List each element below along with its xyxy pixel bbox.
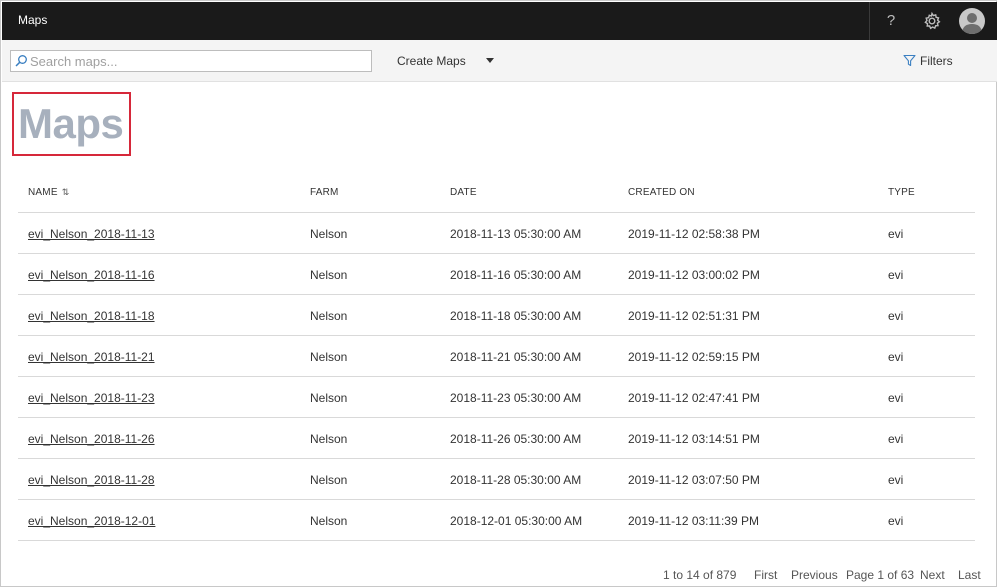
pagination-previous-link[interactable]: Previous — [791, 568, 838, 582]
farm-cell: Nelson — [310, 227, 348, 241]
date-cell: 2018-11-13 05:30:00 AM — [450, 227, 582, 241]
type-cell: evi — [888, 227, 904, 241]
farm-cell: Nelson — [310, 473, 348, 487]
app-title: Maps — [18, 13, 48, 27]
column-header-created-on: CREATED ON — [628, 187, 695, 198]
map-name-link[interactable]: evi_Nelson_2018-11-18 — [28, 309, 155, 323]
search-icon — [14, 54, 28, 68]
farm-cell: Nelson — [310, 432, 348, 446]
map-name-link[interactable]: evi_Nelson_2018-11-16 — [28, 268, 155, 282]
column-header-date: DATE — [450, 187, 477, 198]
created-on-cell: 2019-11-12 02:59:15 PM — [628, 350, 760, 364]
table-row: evi_Nelson_2018-12-01 Nelson 2018-12-01 … — [18, 500, 975, 541]
date-cell: 2018-11-16 05:30:00 AM — [450, 268, 582, 282]
pagination-first-link[interactable]: First — [754, 568, 777, 582]
created-on-cell: 2019-11-12 03:00:02 PM — [628, 268, 760, 282]
sort-icon[interactable]: ⇅ — [62, 187, 70, 198]
pagination-last-link[interactable]: Last — [958, 568, 981, 582]
maps-table: NAME ⇅ FARM DATE CREATED ON TYPE evi_Nels… — [18, 173, 975, 541]
chevron-down-icon[interactable] — [486, 58, 494, 63]
created-on-cell: 2019-11-12 02:51:31 PM — [628, 309, 760, 323]
table-row: evi_Nelson_2018-11-28 Nelson 2018-11-28 … — [18, 459, 975, 500]
type-cell: evi — [888, 309, 904, 323]
map-name-link[interactable]: evi_Nelson_2018-11-13 — [28, 227, 155, 241]
map-name-link[interactable]: evi_Nelson_2018-11-26 — [28, 432, 155, 446]
created-on-cell: 2019-11-12 03:14:51 PM — [628, 432, 760, 446]
date-cell: 2018-11-18 05:30:00 AM — [450, 309, 582, 323]
type-cell: evi — [888, 473, 904, 487]
date-cell: 2018-12-01 05:30:00 AM — [450, 514, 583, 528]
table-row: evi_Nelson_2018-11-13 Nelson 2018-11-13 … — [18, 213, 975, 254]
map-name-link[interactable]: evi_Nelson_2018-11-28 — [28, 473, 155, 487]
column-header-name[interactable]: NAME ⇅ — [28, 187, 69, 198]
date-cell: 2018-11-21 05:30:00 AM — [450, 350, 582, 364]
map-name-link[interactable]: evi_Nelson_2018-12-01 — [28, 514, 155, 528]
farm-cell: Nelson — [310, 350, 348, 364]
top-bar: Maps ? — [2, 2, 997, 40]
date-cell: 2018-11-26 05:30:00 AM — [450, 432, 582, 446]
map-name-link[interactable]: evi_Nelson_2018-11-23 — [28, 391, 155, 405]
help-icon[interactable]: ? — [882, 10, 900, 32]
app-window: Maps ? Search maps... Create Maps Filter… — [0, 0, 997, 587]
type-cell: evi — [888, 391, 904, 405]
topbar-divider — [869, 2, 870, 40]
user-avatar-icon[interactable] — [959, 8, 985, 34]
table-row: evi_Nelson_2018-11-18 Nelson 2018-11-18 … — [18, 295, 975, 336]
table-row: evi_Nelson_2018-11-23 Nelson 2018-11-23 … — [18, 377, 975, 418]
table-header: NAME ⇅ FARM DATE CREATED ON TYPE — [18, 173, 975, 213]
created-on-cell: 2019-11-12 02:58:38 PM — [628, 227, 760, 241]
type-cell: evi — [888, 268, 904, 282]
type-cell: evi — [888, 350, 904, 364]
map-name-link[interactable]: evi_Nelson_2018-11-21 — [28, 350, 155, 364]
gear-icon[interactable] — [922, 11, 942, 31]
table-row: evi_Nelson_2018-11-16 Nelson 2018-11-16 … — [18, 254, 975, 295]
date-cell: 2018-11-28 05:30:00 AM — [450, 473, 582, 487]
farm-cell: Nelson — [310, 309, 348, 323]
created-on-cell: 2019-11-12 03:11:39 PM — [628, 514, 759, 528]
create-maps-button[interactable]: Create Maps — [397, 54, 466, 68]
pagination-page-indicator: Page 1 of 63 — [846, 568, 915, 582]
column-header-name-label: NAME — [28, 187, 58, 198]
created-on-cell: 2019-11-12 02:47:41 PM — [628, 391, 760, 405]
page-title: Maps — [18, 100, 124, 147]
filter-icon — [903, 54, 916, 67]
filters-label: Filters — [920, 54, 953, 68]
type-cell: evi — [888, 432, 904, 446]
pagination-next-link[interactable]: Next — [920, 568, 945, 582]
type-cell: evi — [888, 514, 904, 528]
search-input[interactable] — [30, 52, 365, 70]
date-cell: 2018-11-23 05:30:00 AM — [450, 391, 582, 405]
farm-cell: Nelson — [310, 391, 348, 405]
search-box — [10, 50, 372, 72]
column-header-type: TYPE — [888, 187, 915, 198]
created-on-cell: 2019-11-12 03:07:50 PM — [628, 473, 760, 487]
pagination-range: 1 to 14 of 879 — [663, 568, 737, 582]
table-row: evi_Nelson_2018-11-26 Nelson 2018-11-26 … — [18, 418, 975, 459]
table-row: evi_Nelson_2018-11-21 Nelson 2018-11-21 … — [18, 336, 975, 377]
farm-cell: Nelson — [310, 268, 348, 282]
toolbar: Create Maps Filters — [2, 40, 997, 82]
farm-cell: Nelson — [310, 514, 348, 528]
column-header-farm: FARM — [310, 187, 339, 198]
